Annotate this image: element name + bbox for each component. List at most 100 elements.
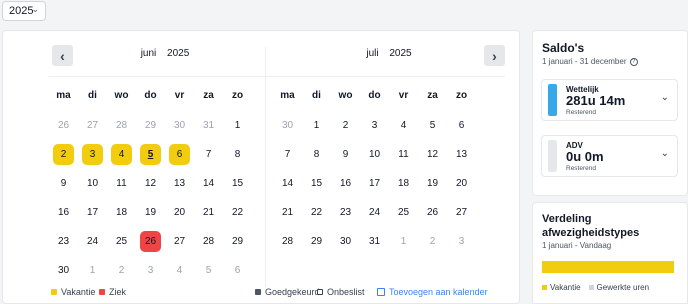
calendar-day[interactable]: 25 [107, 234, 136, 263]
calendar-day[interactable]: 10 [78, 176, 107, 205]
calendar-day[interactable]: 28 [107, 118, 136, 147]
calendar-day[interactable]: 7 [273, 147, 302, 176]
calendar-day[interactable]: 4 [165, 263, 194, 292]
calendar-day[interactable]: 3 [78, 144, 107, 176]
calendar-day[interactable]: 9 [49, 176, 78, 205]
calendar-day[interactable]: 27 [165, 234, 194, 263]
calendar-day[interactable]: 14 [273, 176, 302, 205]
calendar-day[interactable]: 26 [418, 205, 447, 234]
calendar-day[interactable]: 1 [223, 118, 252, 147]
add-to-calendar-link[interactable]: Toevoegen aan kalender [377, 287, 488, 297]
calendar-day[interactable]: 30 [331, 234, 360, 263]
day-number: 6 [234, 265, 241, 276]
calendar-panel: ‹ juni 2025 ma di wo do vr za zo 26 27 28 29 30 31 1 2… [2, 30, 520, 304]
calendar-day[interactable]: 29 [136, 118, 165, 147]
calendar-day[interactable]: 5 [136, 144, 165, 176]
add-to-calendar-label: Toevoegen aan kalender [389, 287, 488, 297]
calendar-day[interactable]: 26 [136, 231, 165, 263]
calendar-day[interactable]: 31 [194, 118, 223, 147]
calendar-day[interactable]: 1 [389, 234, 418, 263]
calendar-day[interactable]: 17 [78, 205, 107, 234]
calendar-day[interactable]: 23 [49, 234, 78, 263]
calendar-day[interactable]: 3 [136, 263, 165, 292]
calendar-day[interactable]: 8 [302, 147, 331, 176]
balance-card-adv[interactable]: ADV 0u 0m Resterend ⌄ [541, 135, 678, 177]
calendar-day[interactable]: 14 [194, 176, 223, 205]
calendar-day[interactable]: 2 [418, 234, 447, 263]
calendar-day[interactable]: 20 [165, 205, 194, 234]
calendar-day[interactable]: 20 [447, 176, 476, 205]
calendar-day[interactable]: 3 [360, 118, 389, 147]
calendar-day[interactable]: 2 [331, 118, 360, 147]
calendar-day[interactable]: 6 [165, 144, 194, 176]
calendar-day[interactable]: 27 [78, 118, 107, 147]
calendar-day[interactable]: 18 [389, 176, 418, 205]
calendar-day[interactable]: 11 [389, 147, 418, 176]
calendar-day[interactable]: 25 [389, 205, 418, 234]
calendar-day[interactable]: 29 [223, 234, 252, 263]
calendar-day[interactable]: 26 [49, 118, 78, 147]
calendar-day[interactable]: 23 [331, 205, 360, 234]
legend-vacation-label: Vakantie [61, 287, 96, 297]
calendar-day[interactable]: 8 [223, 147, 252, 176]
calendar-day[interactable]: 11 [107, 176, 136, 205]
year-select[interactable]: 2025 ⌄ [2, 1, 46, 21]
day-number: 2 [342, 120, 349, 131]
calendar-day[interactable]: 21 [194, 205, 223, 234]
day-number: 7 [284, 149, 291, 160]
calendar-day[interactable]: 12 [418, 147, 447, 176]
balance-card-wettelijk[interactable]: Wettelijk 281u 14m Resterend ⌄ [541, 79, 678, 121]
calendar-day[interactable]: 28 [273, 234, 302, 263]
calendar-day[interactable]: 1 [302, 118, 331, 147]
calendar-day[interactable]: 31 [360, 234, 389, 263]
calendar-day[interactable]: 5 [418, 118, 447, 147]
calendar-day[interactable]: 4 [107, 144, 136, 176]
legend-sick: Ziek [99, 287, 126, 297]
calendar-day[interactable]: 19 [136, 205, 165, 234]
verdeling-title: Verdeling afwezigheidstypes [542, 213, 640, 239]
calendar-day[interactable]: 15 [223, 176, 252, 205]
calendar-day[interactable]: 6 [223, 263, 252, 292]
calendar-day[interactable]: 16 [331, 176, 360, 205]
calendar-day[interactable]: 16 [49, 205, 78, 234]
calendar-day[interactable]: 4 [389, 118, 418, 147]
calendar-day[interactable]: 30 [273, 118, 302, 147]
day-number: 13 [173, 178, 186, 189]
balance-value: 281u 14m [566, 93, 626, 108]
day-number: 29 [231, 236, 244, 247]
day-number: 17 [368, 178, 381, 189]
day-number: 25 [397, 207, 410, 218]
calendar-day[interactable]: 27 [447, 205, 476, 234]
calendar-day[interactable]: 15 [302, 176, 331, 205]
calendar-day[interactable]: 12 [136, 176, 165, 205]
calendar-day[interactable]: 10 [360, 147, 389, 176]
day-number: 29 [310, 236, 323, 247]
calendar-day[interactable]: 29 [302, 234, 331, 263]
calendar-day[interactable]: 2 [49, 144, 78, 176]
calendar-day[interactable]: 28 [194, 234, 223, 263]
calendar-day[interactable]: 13 [447, 147, 476, 176]
calendar-day[interactable]: 17 [360, 176, 389, 205]
calendar-day[interactable]: 30 [165, 118, 194, 147]
approved-swatch [255, 289, 261, 295]
weekday-header: wo [114, 90, 129, 101]
calendar-day[interactable]: 24 [78, 234, 107, 263]
calendar-day[interactable]: 3 [447, 234, 476, 263]
calendar-day[interactable]: 22 [223, 205, 252, 234]
calendar-day[interactable]: 24 [360, 205, 389, 234]
calendar-day[interactable]: 18 [107, 205, 136, 234]
calendar-day[interactable]: 13 [165, 176, 194, 205]
calendar-day[interactable]: 19 [418, 176, 447, 205]
day-number: 15 [231, 178, 244, 189]
calendar-day[interactable]: 7 [194, 147, 223, 176]
calendar-day[interactable]: 21 [273, 205, 302, 234]
calendar-day[interactable]: 5 [194, 263, 223, 292]
info-icon[interactable]: ? [629, 57, 638, 66]
day-number: 18 [115, 207, 128, 218]
calendar-day[interactable]: 9 [331, 147, 360, 176]
calendar-day[interactable]: 22 [302, 205, 331, 234]
calendar-day[interactable]: 6 [447, 118, 476, 147]
day-number: 16 [57, 207, 70, 218]
month-grid: ma di wo do vr za zo 30 1 2 3 4 5 6 7 8 9 10 11 12 13 14 15 16 1… [273, 89, 476, 263]
month-header-separator [273, 76, 505, 77]
